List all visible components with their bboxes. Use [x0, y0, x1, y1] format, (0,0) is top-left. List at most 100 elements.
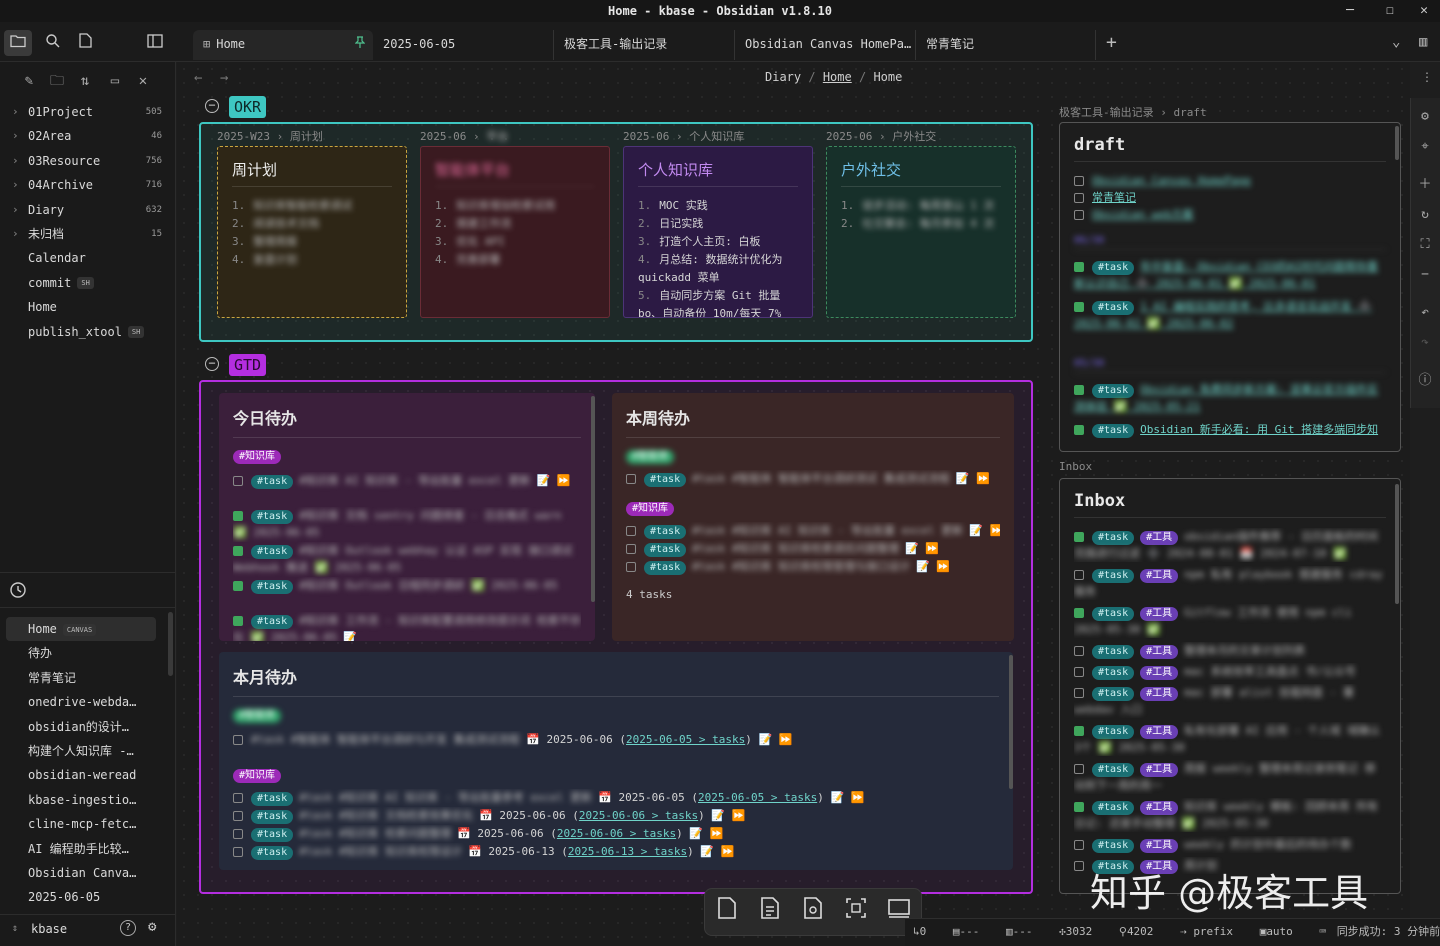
- task-row[interactable]: #task #task #知识库 知识库权限管理与接口设计 📝 ⏩: [626, 558, 1000, 576]
- draft-task[interactable]: #task Obsidian 新手必看: 用 Git 搭建多端同步知: [1074, 421, 1386, 438]
- inbox-task[interactable]: #task #工具 mac 部署 alist 挂载网盘 - 署 webdav 入口: [1074, 684, 1386, 718]
- zoom-in-icon[interactable]: ＋: [1413, 172, 1437, 198]
- task-actions[interactable]: 📝: [343, 631, 357, 641]
- recent-file-item[interactable]: 2025-06-05: [6, 885, 156, 909]
- task-tag[interactable]: #task: [644, 473, 687, 487]
- gtd-group-label[interactable]: GTD: [229, 354, 267, 376]
- task-checkbox[interactable]: [1074, 861, 1084, 871]
- add-note-icon[interactable]: [755, 896, 785, 926]
- task-checkbox[interactable]: [233, 511, 243, 521]
- task-checkbox[interactable]: [233, 616, 243, 626]
- collapse-gtd-icon[interactable]: −: [205, 357, 219, 371]
- task-tag[interactable]: #task: [251, 475, 294, 489]
- canvas-help-icon[interactable]: ⓘ: [1413, 368, 1437, 394]
- inbox-task[interactable]: #task #工具 整理本月的文章计划列表: [1074, 642, 1386, 659]
- task-checkbox[interactable]: [1074, 262, 1084, 272]
- clock-icon[interactable]: [9, 581, 27, 599]
- task-link[interactable]: 2025-06-05 > tasks: [626, 733, 745, 746]
- draft-link-item[interactable]: Obsidian Canvas HomePage: [1074, 172, 1386, 189]
- task-tag[interactable]: #task: [1092, 687, 1135, 701]
- draft-card[interactable]: draft Obsidian Canvas HomePage 常青笔记 Obsidi…: [1059, 122, 1401, 452]
- recent-file-item[interactable]: 构建个人知识库 -…: [6, 739, 156, 763]
- task-checkbox[interactable]: [1074, 532, 1084, 542]
- prefix-status[interactable]: ⇢ prefix: [1180, 925, 1243, 938]
- month-todo-card[interactable]: 本月待办 #智能体 #task #智能体 智能体平台调研与开发 集成测试流程 📅…: [219, 652, 1013, 870]
- today-scrollbar[interactable]: [591, 396, 595, 602]
- task-checkbox[interactable]: [626, 474, 636, 484]
- file-tree-item[interactable]: commit SH: [0, 271, 176, 295]
- task-tag[interactable]: #task: [251, 510, 294, 524]
- recent-file-item[interactable]: Obsidian Canva…: [6, 861, 156, 885]
- task-checkbox[interactable]: [233, 793, 243, 803]
- task-row[interactable]: #task #task #知识库 AI 知识库 - 导出批量 excel 更新 📝 …: [626, 522, 1000, 540]
- task-tag[interactable]: #task: [1092, 301, 1135, 315]
- task-tag[interactable]: #task: [251, 580, 294, 594]
- add-media-icon[interactable]: [798, 896, 828, 926]
- month-task-row[interactable]: #task #智能体 智能体平台调研与开发 集成测试流程 📅 2025-06-0…: [233, 731, 999, 749]
- task-checkbox[interactable]: [1074, 210, 1084, 220]
- task-tag[interactable]: #task: [251, 828, 294, 842]
- forward-arrow-icon[interactable]: →: [220, 70, 228, 86]
- inbox-task[interactable]: #task #工具 私有化部署 AI 应用 - 个人域 域确认3个 ✅ 2025-0…: [1074, 722, 1386, 756]
- task-tag[interactable]: #task: [1092, 384, 1135, 398]
- inbox-task[interactable]: #task #工具 周报 weekly 整理本周记录到笔记 移动到下一周的周一: [1074, 760, 1386, 794]
- task-tag[interactable]: #task: [1092, 531, 1135, 545]
- file-tree-item[interactable]: › 02Area 46: [0, 124, 176, 148]
- canvas-settings-icon[interactable]: ⚙: [1413, 104, 1437, 130]
- inbox-task[interactable]: #task #工具 知识库 weekly 模板: 回顾本周 所有日记: 还是手动整理…: [1074, 798, 1386, 832]
- reset-zoom-icon[interactable]: ↻: [1413, 202, 1437, 228]
- task-tag[interactable]: #task: [644, 561, 687, 575]
- draft-task[interactable]: #task 1 AI 编程实践的思考, 比多语言实战开发 ➕ 2025-06-02…: [1074, 298, 1386, 332]
- task-actions[interactable]: 📝 ⏩: [956, 472, 990, 485]
- tool-tag[interactable]: #工具: [1140, 645, 1179, 659]
- draft-link-item[interactable]: Obsidian web方案: [1074, 206, 1386, 223]
- tab-2025-06-05[interactable]: 2025-06-05: [373, 30, 554, 60]
- kb-section-tag[interactable]: #知识库: [233, 769, 282, 783]
- right-sidebar-toggle[interactable]: ▥: [1419, 34, 1427, 50]
- recent-file-item[interactable]: 常青笔记: [6, 666, 156, 690]
- task-tag[interactable]: #task: [1092, 666, 1135, 680]
- task-tag[interactable]: #task: [1092, 801, 1135, 815]
- task-checkbox[interactable]: [626, 526, 636, 536]
- task-checkbox[interactable]: [1074, 840, 1084, 850]
- recent-file-item[interactable]: kbase-ingestio…: [6, 788, 156, 812]
- sync-status[interactable]: 同步成功: 3 分钟前: [1337, 925, 1440, 938]
- tool-tag[interactable]: #工具: [1140, 666, 1179, 680]
- tool-tag[interactable]: #工具: [1140, 687, 1179, 701]
- recent-file-item[interactable]: obsidian-weread: [6, 763, 156, 787]
- month-scrollbar[interactable]: [1009, 655, 1013, 789]
- draft-link[interactable]: Obsidian Canvas HomePage: [1092, 174, 1251, 187]
- task-row[interactable]: #task #知识库 Outlook webhay 认证 ASP 实现 接口调试 …: [233, 542, 581, 577]
- task-tag[interactable]: #task: [1092, 645, 1135, 659]
- sort-icon[interactable]: ⇅: [74, 70, 96, 92]
- task-checkbox[interactable]: [1074, 667, 1084, 677]
- tab-list-dropdown[interactable]: ⌄: [1392, 34, 1400, 50]
- tool-tag[interactable]: #工具: [1140, 607, 1179, 621]
- task-checkbox[interactable]: [1074, 688, 1084, 698]
- inbox-task[interactable]: #task #工具 mac 系统效率工具盘点 书/公众号: [1074, 663, 1386, 680]
- inbox-task[interactable]: #task #工具 weekly 的计划中最后的待办个数: [1074, 836, 1386, 853]
- inbox-scrollbar[interactable]: [1395, 484, 1399, 604]
- breadcrumb-home-link[interactable]: Home: [823, 70, 852, 84]
- draft-task[interactable]: #task 年中复盘: Obsidian CEO的AI时代问题帮你重新认识自己 ➕…: [1074, 258, 1386, 292]
- folder-icon[interactable]: [4, 30, 32, 56]
- task-actions[interactable]: 📝 ⏩: [759, 733, 793, 746]
- today-todo-card[interactable]: 今日待办 #知识库 #task #知识库 AI 知识库 - 导出批量 excel …: [219, 393, 595, 641]
- task-tag[interactable]: #task: [1092, 725, 1135, 739]
- close-button[interactable]: ✕: [1404, 0, 1440, 22]
- draft-link[interactable]: 常青笔记: [1092, 191, 1136, 204]
- task-actions[interactable]: 📝 ⏩: [905, 542, 939, 555]
- okr-card[interactable]: 个人知识库 1. MOC 实践 2. 日记实践 3. 打造个人主页: 白板 4. 月总结: 数据…: [623, 146, 813, 318]
- agent-section-tag[interactable]: #智能体: [626, 450, 675, 464]
- inbox-card[interactable]: Inbox #task #工具 obsidian插件推荐 - 日历面板的时间范围进行…: [1059, 478, 1401, 894]
- task-checkbox[interactable]: [233, 581, 243, 591]
- task-checkbox[interactable]: [1074, 646, 1084, 656]
- task-checkbox[interactable]: [233, 829, 243, 839]
- back-arrow-icon[interactable]: ←: [194, 70, 202, 86]
- help-icon[interactable]: ?: [120, 920, 136, 936]
- task-row[interactable]: #task #知识库 Outlook 日程同步调研 ✅ 2025-06-05: [233, 577, 581, 612]
- recent-file-item[interactable]: cline-mcp-fetc…: [6, 812, 156, 836]
- task-checkbox[interactable]: [233, 735, 243, 745]
- okr-card[interactable]: 周计划 1. 知识库智能检索调试 2. 阅读技术文档 3. 整理周报 4. 复盘计划: [217, 146, 407, 318]
- task-link[interactable]: 2025-06-13 > tasks: [568, 845, 687, 858]
